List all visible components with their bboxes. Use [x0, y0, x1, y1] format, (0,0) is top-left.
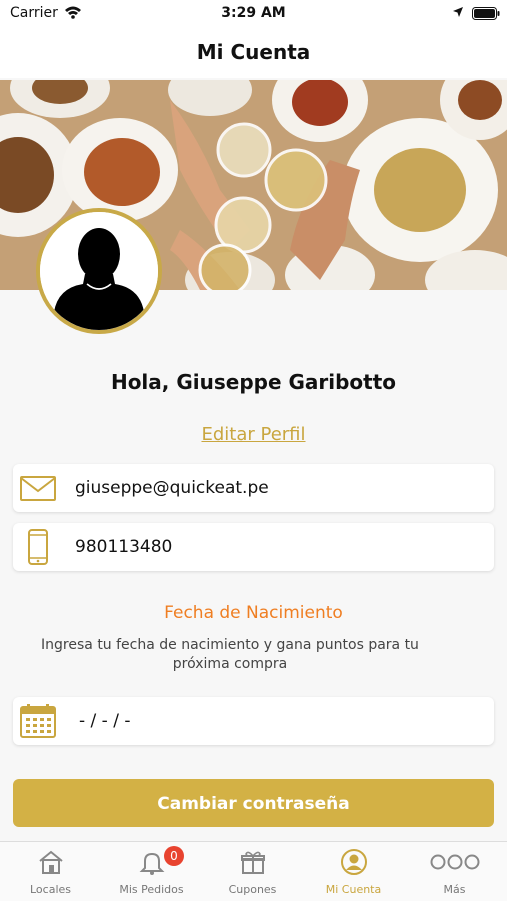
- birthdate-field[interactable]: - / - / -: [13, 697, 494, 745]
- tab-label: Cupones: [228, 883, 277, 896]
- envelope-icon: [20, 476, 56, 501]
- more-dots-icon: [430, 854, 479, 870]
- email-field[interactable]: giuseppe@quickeat.pe: [13, 464, 494, 512]
- avatar[interactable]: [36, 208, 162, 334]
- phone-field[interactable]: 980113480: [13, 523, 494, 571]
- birthdate-value: - / - / -: [79, 711, 131, 731]
- phone-value: 980113480: [75, 537, 173, 557]
- change-password-button[interactable]: Cambiar contraseña: [13, 779, 494, 827]
- house-icon: [38, 850, 63, 874]
- edit-profile-link[interactable]: Editar Perfil: [0, 424, 507, 445]
- greeting-text: Hola, Giuseppe Garibotto: [110, 370, 397, 394]
- smartphone-icon: [28, 529, 48, 565]
- tab-cupones[interactable]: Cupones: [202, 842, 303, 901]
- tab-mas[interactable]: Más: [404, 842, 505, 901]
- tab-bar: Locales 0 Mis Pedidos Cupones Mi Cuenta …: [0, 841, 507, 901]
- location-arrow-icon: [453, 7, 463, 17]
- status-time: 3:29 AM: [221, 5, 286, 21]
- calendar-icon: [20, 704, 56, 738]
- tab-label: Mis Pedidos: [119, 883, 184, 896]
- tab-label: Más: [443, 883, 466, 896]
- user-circle-icon: [340, 849, 367, 875]
- email-value: giuseppe@quickeat.pe: [75, 478, 269, 498]
- birthday-title: Fecha de Nacimiento: [164, 603, 343, 623]
- tab-label: Locales: [29, 883, 71, 896]
- battery-icon: [472, 7, 500, 20]
- page-title: Mi Cuenta: [196, 40, 311, 64]
- bell-icon: [139, 852, 164, 875]
- birthday-description: Ingresa tu fecha de nacimiento y gana pu…: [41, 637, 419, 672]
- orders-badge: 0: [164, 846, 184, 866]
- tab-locales[interactable]: Locales: [0, 842, 101, 901]
- user-silhouette-icon: [40, 212, 158, 330]
- gift-icon: [240, 851, 265, 874]
- tab-mi-cuenta[interactable]: Mi Cuenta: [303, 842, 404, 901]
- tab-label: Mi Cuenta: [325, 883, 382, 896]
- status-bar: Carrier 3:29 AM: [0, 0, 507, 28]
- navigation-bar: Mi Cuenta: [0, 28, 507, 78]
- tab-mis-pedidos[interactable]: 0 Mis Pedidos: [101, 842, 202, 901]
